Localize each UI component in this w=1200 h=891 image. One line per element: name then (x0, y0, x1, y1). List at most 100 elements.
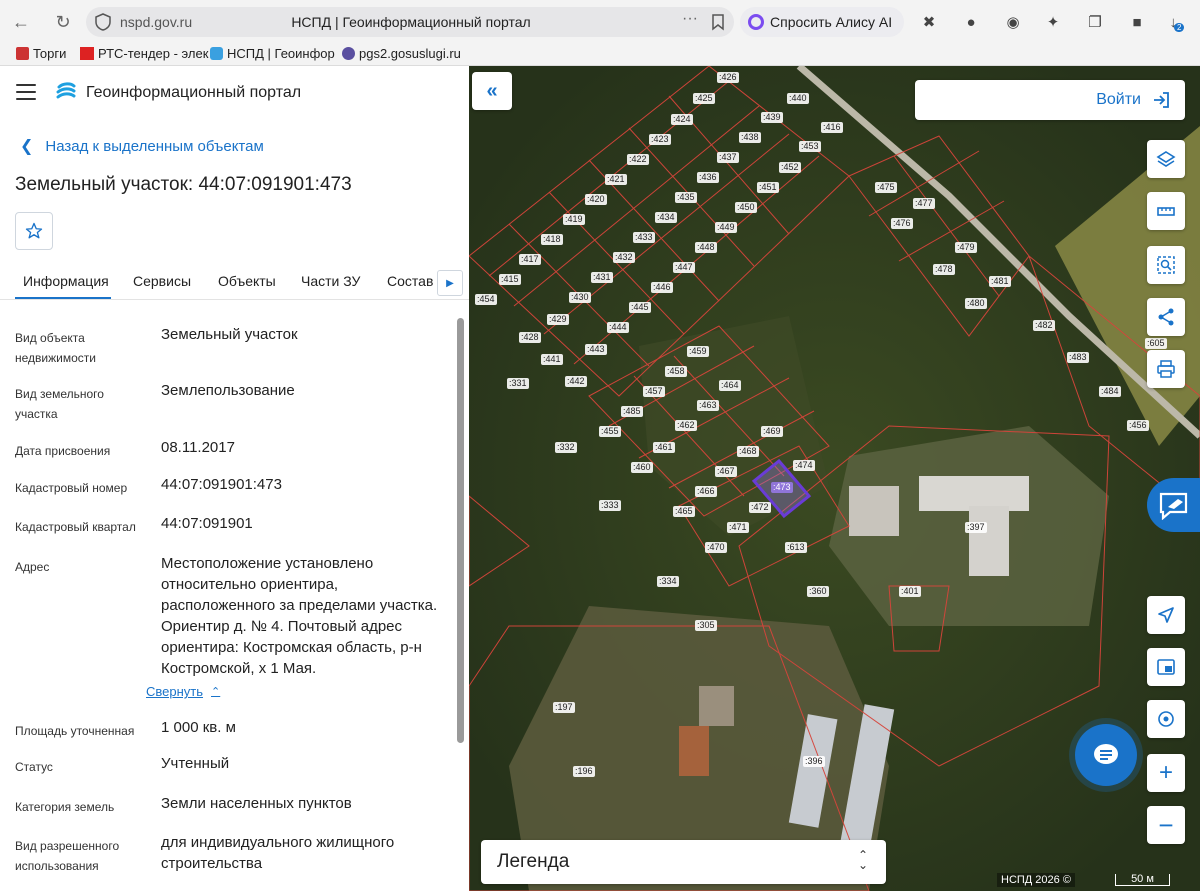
back-arrow-icon[interactable]: ← (8, 9, 34, 35)
prop-label: Кадастровый номер (15, 481, 128, 495)
bookmark-torgi[interactable]: Торги (16, 46, 66, 61)
parcel-label: :483 (1067, 352, 1089, 363)
zoom-in-button[interactable]: + (1147, 754, 1185, 792)
parcel-label: :397 (965, 522, 987, 533)
parcel-label: :418 (541, 234, 563, 245)
tabs-scroll-right-button[interactable]: ▶ (437, 270, 463, 296)
layers-button[interactable] (1147, 140, 1185, 178)
minimap-button[interactable] (1147, 648, 1185, 686)
bookmark-nspd[interactable]: НСПД | Геоинфор (210, 46, 335, 61)
more-dots-icon[interactable]: ··· (682, 10, 698, 28)
print-button[interactable] (1147, 350, 1185, 388)
parcel-label: :468 (737, 446, 759, 457)
parcel-label: :426 (717, 72, 739, 83)
ruler-icon (1157, 207, 1175, 216)
parcel-label: :331 (507, 378, 529, 389)
downloads-badge: 2 (1174, 22, 1185, 32)
locate-me-button[interactable] (1147, 596, 1185, 634)
parcel-label: :447 (673, 262, 695, 273)
collections-icon[interactable]: ❐ (1084, 11, 1106, 33)
tab-information[interactable]: Информация (23, 273, 109, 289)
parcel-label: :196 (573, 766, 595, 777)
picture-in-picture-icon (1157, 659, 1175, 675)
up-down-chevron-icon: ⌃ ⌄ (857, 848, 868, 872)
chat-assistant-button[interactable] (1075, 724, 1137, 786)
area-search-button[interactable] (1147, 246, 1185, 284)
bookmark-rts-tender[interactable]: РТС-тендер - элек (80, 46, 208, 61)
parcel-label: :477 (913, 198, 935, 209)
parcel-label: :481 (989, 276, 1011, 287)
parcel-label: :334 (657, 576, 679, 587)
prop-value: для индивидуального жилищного строительс… (161, 834, 395, 872)
url-host: nspd.gov.ru (120, 14, 193, 30)
bookmark-label: НСПД | Геоинфор (227, 46, 335, 61)
navigation-arrow-icon (1158, 607, 1174, 623)
login-button[interactable]: Войти (915, 80, 1185, 120)
nspd-favicon-icon (210, 47, 223, 60)
parcel-label: :465 (673, 506, 695, 517)
collapse-panel-button[interactable]: « (472, 72, 512, 110)
bookmark-gosuslugi[interactable]: pgs2.gosuslugi.ru (342, 46, 461, 61)
parcel-label: :453 (799, 141, 821, 152)
parcel-label: :197 (553, 702, 575, 713)
hat-extension-icon[interactable]: ● (960, 11, 982, 33)
info-panel: Геоинформационный портал ❮ Назад к выдел… (0, 66, 469, 891)
parcel-label: :442 (565, 376, 587, 387)
measure-button[interactable] (1147, 192, 1185, 230)
tab-parts[interactable]: Части ЗУ (301, 273, 360, 289)
parcel-label: :428 (519, 332, 541, 343)
parcel-label: :479 (955, 242, 977, 253)
portal-logo-icon (56, 82, 76, 99)
kinopoisk-extension-icon[interactable]: ✖ (918, 11, 940, 33)
chat-feedback-icon (1159, 492, 1188, 520)
bookmark-icon[interactable] (710, 13, 726, 31)
parcel-label: :472 (749, 502, 771, 513)
parcel-label: :421 (605, 174, 627, 185)
parcel-label: :480 (965, 298, 987, 309)
tab-services[interactable]: Сервисы (133, 273, 191, 289)
share-button[interactable] (1147, 298, 1185, 336)
parcel-label: :448 (695, 242, 717, 253)
bookmarks-bar: Торги РТС-тендер - элек НСПД | Геоинфор … (0, 42, 1200, 66)
gosuslugi-favicon-icon (342, 47, 355, 60)
puzzle-extension-icon[interactable]: ✦ (1042, 11, 1064, 33)
parcel-label: :420 (585, 194, 607, 205)
favorite-button[interactable] (15, 212, 53, 250)
prop-label: Площадь уточненная (15, 724, 135, 738)
target-extension-icon[interactable]: ◉ (1002, 11, 1024, 33)
panel-scrollbar[interactable] (456, 318, 465, 888)
login-label: Войти (1096, 91, 1141, 108)
back-to-selected-link[interactable]: ❮ Назад к выделенным объектам (20, 136, 264, 156)
downloads-icon[interactable]: ↓ 2 (1166, 11, 1188, 33)
reload-icon[interactable]: ↻ (50, 9, 76, 35)
address-bar[interactable]: nspd.gov.ru НСПД | Геоинформационный пор… (86, 7, 734, 37)
ask-alice-button[interactable]: Спросить Алису AI (740, 7, 904, 37)
feedback-side-tab[interactable] (1147, 478, 1200, 532)
legend-selector[interactable]: Легенда ⌃ ⌄ (481, 840, 886, 884)
back-label: Назад к выделенным объектам (45, 137, 264, 155)
prop-value: Местоположение установлено относительно … (161, 555, 438, 677)
torgi-favicon-icon (16, 47, 29, 60)
bookmark-label: pgs2.gosuslugi.ru (359, 46, 461, 61)
parcel-label: :333 (599, 500, 621, 511)
menu-icon[interactable] (16, 84, 36, 100)
parcel-label: :471 (727, 522, 749, 533)
tab-objects[interactable]: Объекты (218, 273, 276, 289)
map-view[interactable]: :426:425:440:424:439:416:423:438:453:422… (469, 66, 1200, 891)
profile-icon[interactable]: ■ (1126, 11, 1148, 33)
tab-composition[interactable]: Состав (387, 273, 433, 289)
zoom-out-button[interactable]: − (1147, 806, 1185, 844)
bookmark-label: Торги (33, 46, 67, 61)
prop-value: Земельный участок (161, 326, 298, 343)
collapse-label: Свернуть (146, 684, 204, 699)
collapse-link[interactable]: Свернуть ⌃ (146, 684, 220, 699)
parcel-label: :451 (757, 182, 779, 193)
parcel-label: :461 (653, 442, 675, 453)
parcel-label: :434 (655, 212, 677, 223)
active-tab-indicator (15, 297, 111, 299)
geo-search-button[interactable] (1147, 700, 1185, 738)
parcel-label: :435 (675, 192, 697, 203)
parcel-label: :482 (1033, 320, 1055, 331)
scrollbar-thumb[interactable] (457, 318, 464, 743)
chevron-up-icon: ⌃ (211, 686, 221, 698)
